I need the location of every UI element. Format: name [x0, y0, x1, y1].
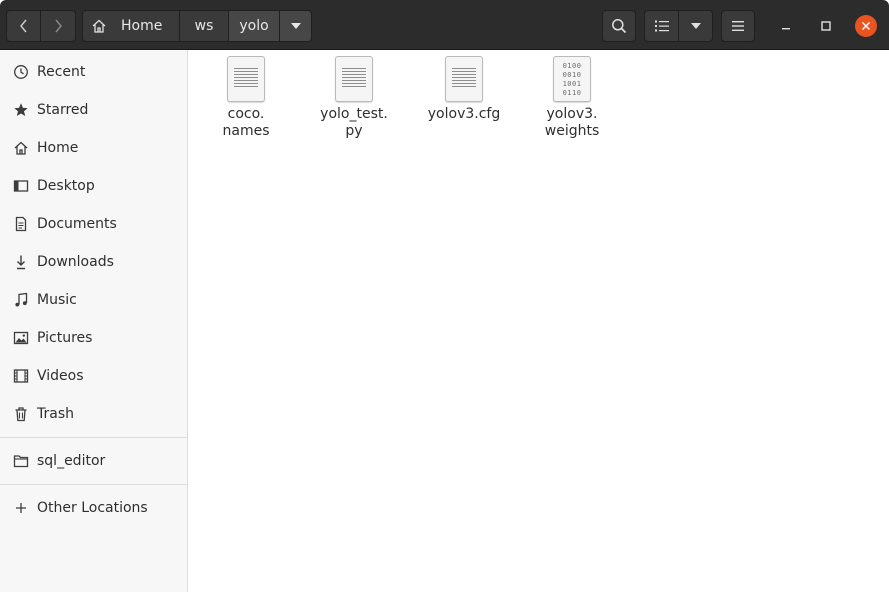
file-name: yolo_test. py	[320, 106, 388, 139]
sidebar-item-starred[interactable]: Starred	[0, 92, 187, 128]
file-manager-window: Home ws yolo Recent Starred Home Desktop…	[0, 0, 889, 592]
text-file-icon	[227, 56, 265, 102]
sidebar-item-sql-editor[interactable]: sql_editor	[0, 443, 187, 479]
breadcrumb-home-label: Home	[121, 18, 163, 34]
home-icon	[92, 19, 106, 33]
star-icon	[12, 101, 30, 119]
file-view: coco. names yolo_test. py yolov3.cfg 010…	[188, 50, 889, 592]
sidebar-item-other-locations[interactable]: Other Locations	[0, 490, 187, 526]
sidebar-item-label: Music	[37, 292, 77, 308]
trash-icon	[12, 405, 30, 423]
text-file-icon	[445, 56, 483, 102]
minimize-button[interactable]	[774, 14, 798, 38]
binary-line: 0100	[562, 62, 582, 70]
forward-button[interactable]	[40, 10, 76, 42]
back-button[interactable]	[6, 10, 41, 42]
binary-line: 0110	[562, 89, 582, 97]
hamburger-menu-icon	[732, 21, 744, 31]
sidebar-divider	[0, 484, 187, 485]
sidebar-item-label: sql_editor	[37, 453, 106, 469]
breadcrumb-yolo-label: yolo	[239, 18, 269, 34]
clock-icon	[12, 63, 30, 81]
document-icon	[12, 215, 30, 233]
music-icon	[12, 291, 30, 309]
search-icon	[612, 19, 627, 34]
folder-icon	[12, 452, 30, 470]
desktop-icon	[12, 177, 30, 195]
header-bar: Home ws yolo	[0, 0, 889, 50]
view-options-button[interactable]	[678, 10, 713, 42]
binary-line: 1001	[562, 80, 582, 88]
sidebar-item-label: Documents	[37, 216, 117, 232]
file-item-yolov3-weights[interactable]: 0100 0010 1001 0110 yolov3. weights	[518, 56, 626, 152]
sidebar-item-videos[interactable]: Videos	[0, 358, 187, 394]
file-name: yolov3.cfg	[427, 106, 501, 122]
sidebar-item-downloads[interactable]: Downloads	[0, 244, 187, 280]
minimize-icon	[782, 28, 790, 30]
list-view-icon	[654, 20, 669, 32]
close-icon	[861, 21, 871, 31]
close-button[interactable]	[855, 15, 877, 37]
breadcrumb-yolo[interactable]: yolo	[228, 10, 280, 42]
plus-icon	[12, 499, 30, 517]
home-icon	[12, 139, 30, 157]
chevron-right-icon	[55, 19, 62, 33]
file-item-coco-names[interactable]: coco. names	[192, 56, 300, 152]
download-icon	[12, 253, 30, 271]
sidebar-item-label: Recent	[37, 64, 86, 80]
maximize-icon	[821, 21, 831, 31]
sidebar-item-home[interactable]: Home	[0, 130, 187, 166]
main-menu-button[interactable]	[721, 10, 755, 42]
list-view-button[interactable]	[644, 10, 679, 42]
file-name: yolov3. weights	[544, 106, 600, 139]
chevron-left-icon	[19, 19, 27, 33]
sidebar: Recent Starred Home Desktop Documents Do…	[0, 50, 188, 592]
sidebar-item-label: Videos	[37, 368, 84, 384]
picture-icon	[12, 329, 30, 347]
sidebar-item-label: Trash	[37, 406, 74, 422]
binary-file-icon: 0100 0010 1001 0110	[553, 56, 591, 102]
sidebar-item-label: Desktop	[37, 178, 95, 194]
binary-line: 0010	[562, 71, 582, 79]
sidebar-item-pictures[interactable]: Pictures	[0, 320, 187, 356]
sidebar-item-label: Starred	[37, 102, 89, 118]
sidebar-item-label: Other Locations	[37, 500, 148, 516]
triangle-down-icon	[690, 23, 701, 29]
sidebar-divider	[0, 437, 187, 438]
file-name: coco. names	[222, 106, 270, 139]
sidebar-item-music[interactable]: Music	[0, 282, 187, 318]
sidebar-item-documents[interactable]: Documents	[0, 206, 187, 242]
sidebar-item-label: Downloads	[37, 254, 114, 270]
breadcrumb-ws-label: ws	[194, 18, 214, 34]
sidebar-item-label: Home	[37, 140, 79, 156]
maximize-button[interactable]	[814, 14, 838, 38]
breadcrumb-dropdown-button[interactable]	[279, 10, 312, 42]
video-icon	[12, 367, 30, 385]
sidebar-item-label: Pictures	[37, 330, 93, 346]
text-file-icon	[335, 56, 373, 102]
sidebar-item-recent[interactable]: Recent	[0, 54, 187, 90]
triangle-down-icon	[290, 23, 301, 29]
breadcrumb-ws[interactable]: ws	[179, 10, 229, 42]
sidebar-item-desktop[interactable]: Desktop	[0, 168, 187, 204]
file-item-yolo-test-py[interactable]: yolo_test. py	[300, 56, 408, 152]
file-item-yolov3-cfg[interactable]: yolov3.cfg	[410, 56, 518, 152]
breadcrumb-home[interactable]: Home	[82, 10, 180, 42]
sidebar-item-trash[interactable]: Trash	[0, 396, 187, 432]
search-button[interactable]	[602, 10, 636, 42]
